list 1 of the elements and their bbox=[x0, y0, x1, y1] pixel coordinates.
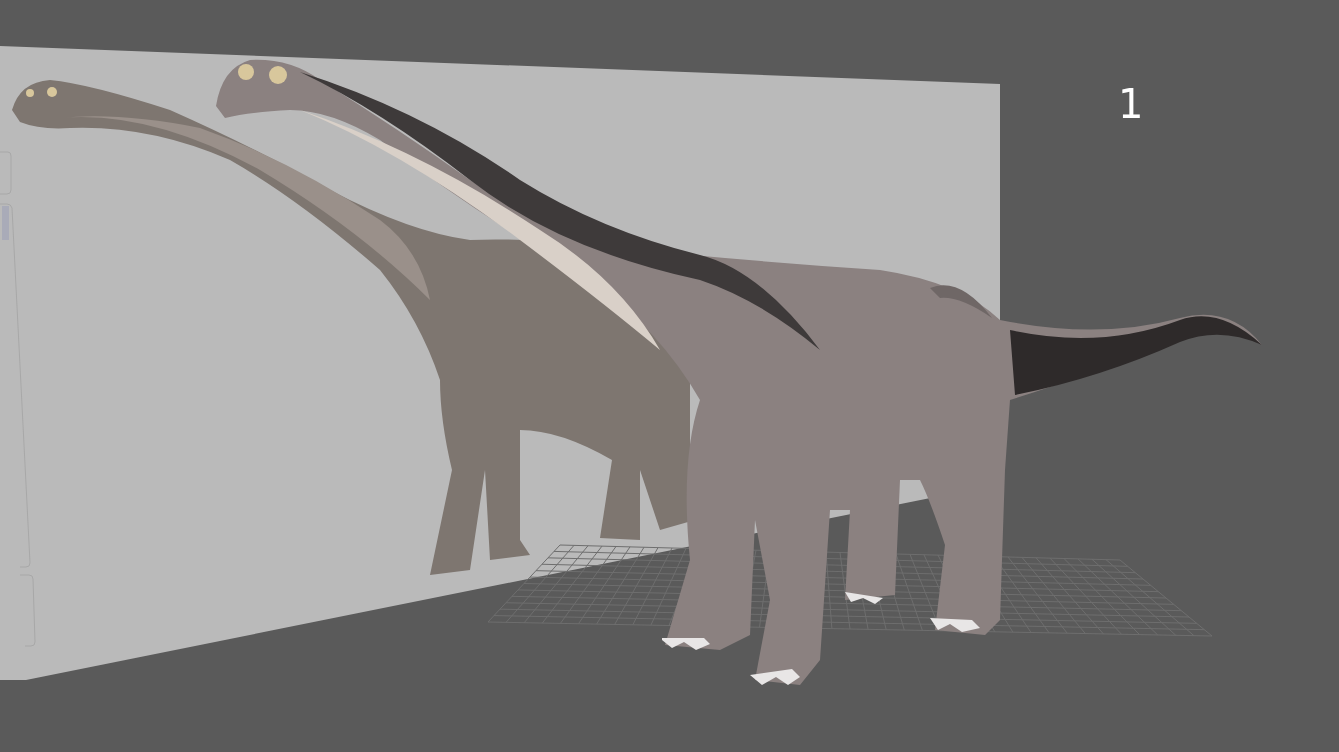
camera-label: 1 bbox=[1118, 84, 1144, 124]
